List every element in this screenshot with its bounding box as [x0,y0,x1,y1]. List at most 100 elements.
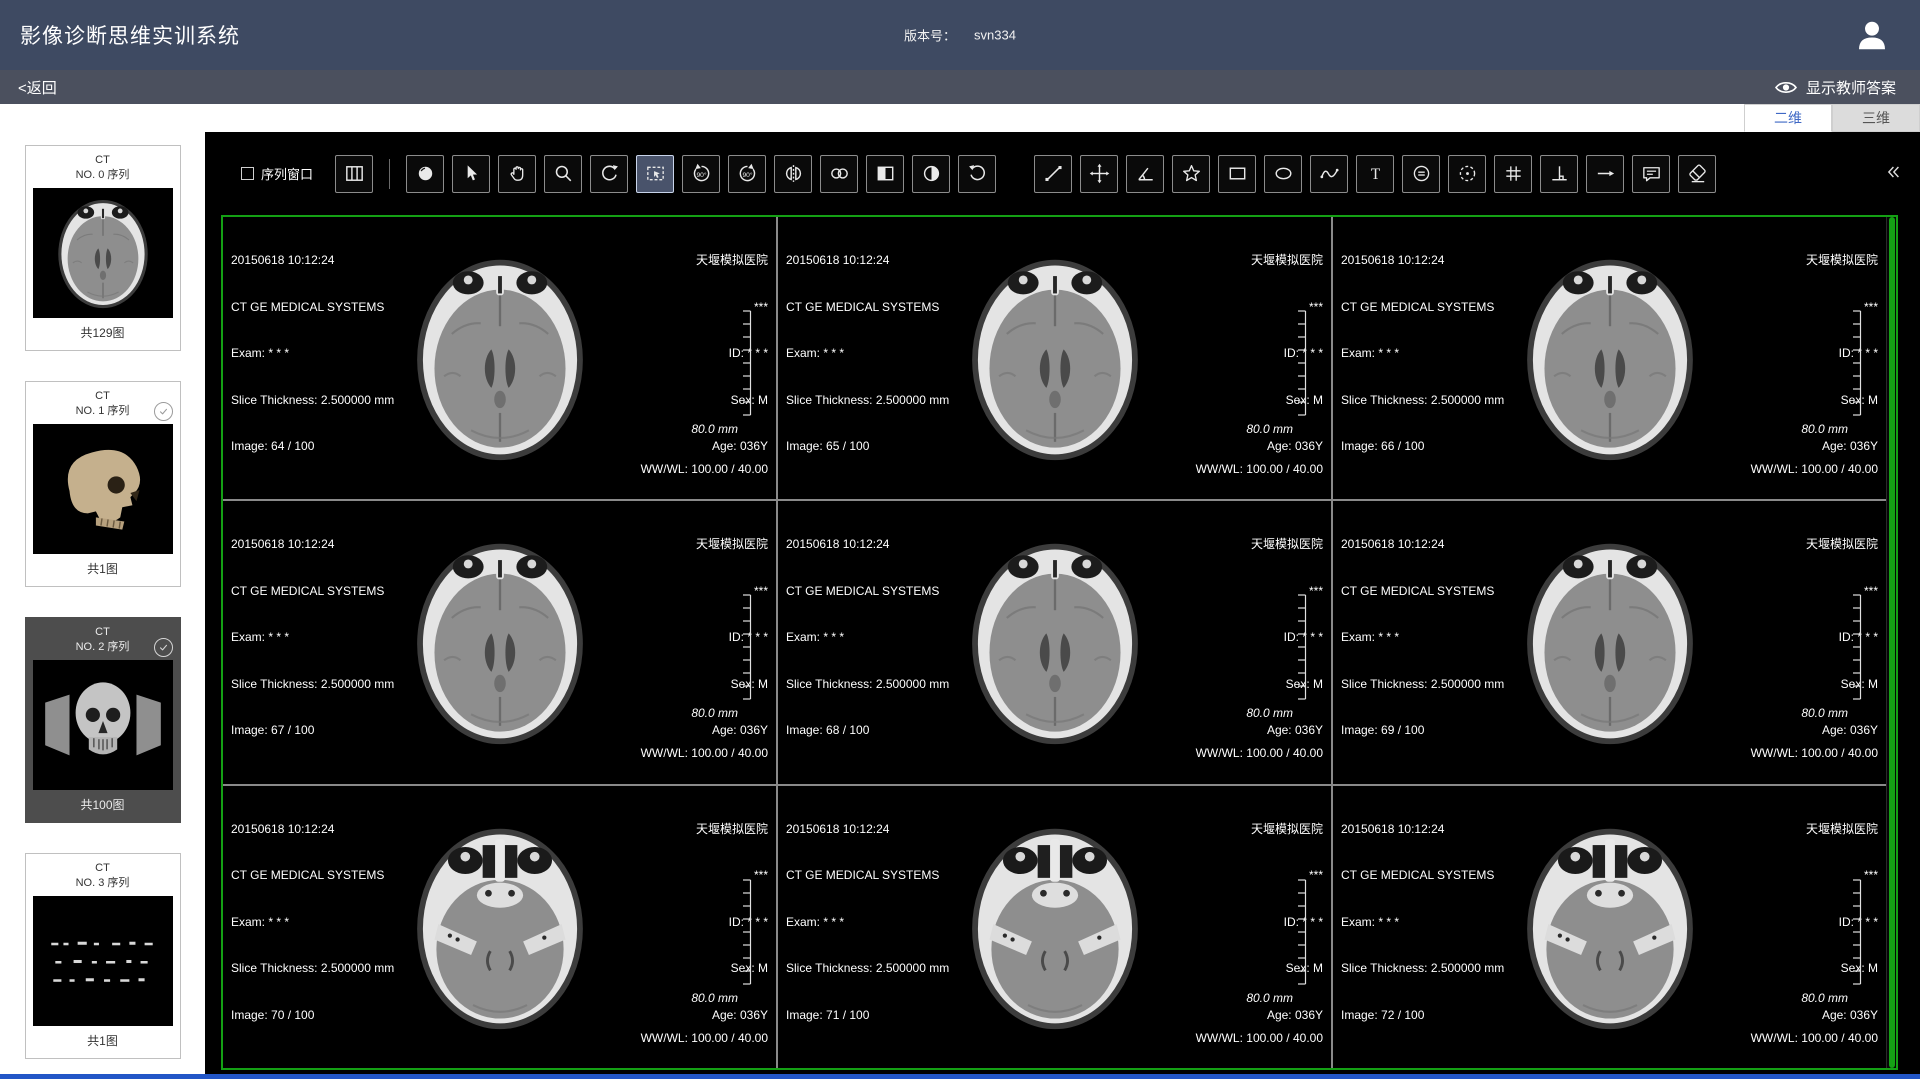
tool-line-measure[interactable] [1034,155,1072,193]
overlay-image-number: Image: 68 / 100 [786,723,949,739]
series-card-0[interactable]: CT NO. 0 序列 共129图 [25,145,181,351]
dicom-overlay-top-left: 20150618 10:12:24 CT GE MEDICAL SYSTEMS … [1341,791,1504,1055]
overlay-exam: Exam: * * * [231,915,394,931]
overlay-stars: *** [696,300,768,316]
tool-rotate-90-cw[interactable] [728,155,766,193]
series-card-1[interactable]: CT NO. 1 序列 共1图 [25,381,181,587]
tool-rotate-90-ccw[interactable] [682,155,720,193]
overlay-image-number: Image: 69 / 100 [1341,723,1504,739]
viewport-cell-0[interactable]: 20150618 10:12:24 CT GE MEDICAL SYSTEMS … [223,217,776,499]
tool-arrow-annotation[interactable] [1586,155,1624,193]
dicom-overlay-top-right: 天堰模拟医院 *** ID: * * * Sex: M Age: 036Y [1251,506,1323,770]
dicom-overlay-top-right: 天堰模拟医院 *** ID: * * * Sex: M Age: 036Y [1251,791,1323,1055]
overlay-datetime: 20150618 10:12:24 [231,253,394,269]
move-cross-icon [1088,162,1111,185]
arrow-icon [1594,162,1617,185]
series-window-toggle[interactable]: 序列窗口 [241,164,313,183]
scale-ruler [739,879,752,985]
user-avatar-button[interactable] [1850,13,1894,57]
viewport-cell-2[interactable]: 20150618 10:12:24 CT GE MEDICAL SYSTEMS … [1333,217,1886,499]
tool-grid-overlay[interactable] [1494,155,1532,193]
overlay-stars: *** [1251,868,1323,884]
tool-angle-measure[interactable] [1126,155,1164,193]
series-thumbnail [33,896,173,1026]
viewport-cell-3[interactable]: 20150618 10:12:24 CT GE MEDICAL SYSTEMS … [223,501,776,783]
tool-series-layout[interactable] [335,155,373,193]
tab-2d[interactable]: 二维 [1744,104,1832,132]
viewport-cell-1[interactable]: 20150618 10:12:24 CT GE MEDICAL SYSTEMS … [778,217,1331,499]
overlay-id: ID: * * * [696,346,768,362]
series-card-3[interactable]: CT NO. 3 序列 共1图 [25,853,181,1059]
tool-ellipse-preset[interactable] [406,155,444,193]
tool-circle-equal[interactable] [1402,155,1440,193]
tool-invert[interactable] [866,155,904,193]
viewer-scrollbar-thumb[interactable] [1889,217,1895,1068]
viewer-scrollbar[interactable] [1886,217,1896,1068]
dicom-overlay-top-right: 天堰模拟医院 *** ID: * * * Sex: M Age: 036Y [1806,791,1878,1055]
overlay-sex: Sex: M [696,677,768,693]
overlay-hospital: 天堰模拟医院 [696,537,768,553]
star-icon [1180,162,1203,185]
tool-pan[interactable] [498,155,536,193]
overlay-stars: *** [1251,300,1323,316]
tool-flip-horizontal[interactable] [774,155,812,193]
tab-3d[interactable]: 三维 [1832,104,1920,132]
overlay-hospital: 天堰模拟医院 [1806,822,1878,838]
tool-region-select[interactable] [636,155,674,193]
tool-window-level[interactable] [912,155,950,193]
overlay-hospital: 天堰模拟医院 [1251,822,1323,838]
viewport-cell-5[interactable]: 20150618 10:12:24 CT GE MEDICAL SYSTEMS … [1333,501,1886,783]
scale-ruler [739,310,752,416]
back-button[interactable]: <返回 [18,77,57,98]
tool-star-annotation[interactable] [1172,155,1210,193]
circle-equal-icon [1410,162,1433,185]
tool-zoom[interactable] [544,155,582,193]
overlay-stars: *** [1251,584,1323,600]
overlay-exam: Exam: * * * [786,346,949,362]
tool-perpendicular-measure[interactable] [1540,155,1578,193]
overlay-wwwl: WW/WL: 100.00 / 40.00 [1196,1031,1323,1047]
sub-header: <返回 显示教师答案 [0,70,1920,104]
series-count: 共100图 [32,798,174,813]
window-level-icon [920,162,943,185]
series-count: 共129图 [32,326,174,341]
overlay-age: Age: 036Y [1251,1008,1323,1024]
dicom-overlay-top-left: 20150618 10:12:24 CT GE MEDICAL SYSTEMS … [1341,222,1504,486]
tool-circle-dashed[interactable] [1448,155,1486,193]
tool-ellipse-roi[interactable] [1264,155,1302,193]
tool-rotate[interactable] [590,155,628,193]
toolbar-collapse-button[interactable] [1878,159,1908,189]
dicom-overlay-top-left: 20150618 10:12:24 CT GE MEDICAL SYSTEMS … [231,222,394,486]
series-window-checkbox[interactable] [241,167,254,180]
series-thumbnail [33,424,173,554]
series-name: NO. 3 序列 [32,875,174,891]
overlay-id: ID: * * * [1806,915,1878,931]
ct-image [1504,522,1716,763]
tool-text-annotation[interactable] [1356,155,1394,193]
series-card-2[interactable]: CT NO. 2 序列 共100图 [25,617,181,823]
show-teacher-answer-button[interactable]: 显示教师答案 [1774,77,1896,98]
tool-curve-measure[interactable] [1310,155,1348,193]
overlay-hospital: 天堰模拟医院 [1806,253,1878,269]
tool-comment-annotation[interactable] [1632,155,1670,193]
overlay-slice-thickness: Slice Thickness: 2.500000 mm [1341,961,1504,977]
overlay-sex: Sex: M [1251,393,1323,409]
viewport-cell-6[interactable]: 20150618 10:12:24 CT GE MEDICAL SYSTEMS … [223,786,776,1068]
overlay-hospital: 天堰模拟医院 [1251,537,1323,553]
tool-link-series[interactable] [820,155,858,193]
viewport-cell-4[interactable]: 20150618 10:12:24 CT GE MEDICAL SYSTEMS … [778,501,1331,783]
tool-reset[interactable] [958,155,996,193]
dicom-overlay-top-left: 20150618 10:12:24 CT GE MEDICAL SYSTEMS … [231,506,394,770]
overlay-hospital: 天堰模拟医院 [1251,253,1323,269]
tool-move-cross[interactable] [1080,155,1118,193]
tool-pointer[interactable] [452,155,490,193]
tool-rect-roi[interactable] [1218,155,1256,193]
overlay-wwwl: WW/WL: 100.00 / 40.00 [1751,746,1878,762]
viewport-cell-8[interactable]: 20150618 10:12:24 CT GE MEDICAL SYSTEMS … [1333,786,1886,1068]
viewport-cell-7[interactable]: 20150618 10:12:24 CT GE MEDICAL SYSTEMS … [778,786,1331,1068]
series-checkmark [154,638,173,657]
ellipse-icon [1272,162,1295,185]
overlay-hospital: 天堰模拟医院 [696,253,768,269]
dicom-overlay-top-left: 20150618 10:12:24 CT GE MEDICAL SYSTEMS … [786,222,949,486]
tool-eraser[interactable] [1678,155,1716,193]
